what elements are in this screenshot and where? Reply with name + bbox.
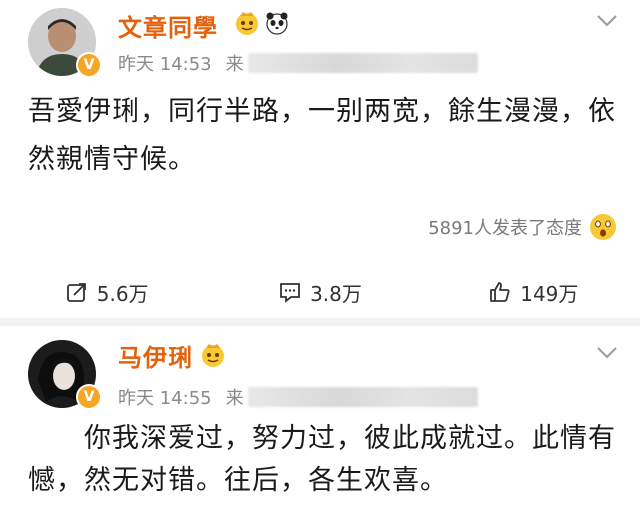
weibo-post: V 文章同學 昨天 14:53 来 吾愛伊琍，同行半路，一别两宽，餘生漫漫，依然… <box>0 0 640 318</box>
user-badges <box>234 10 290 36</box>
post-content: 吾愛伊琍，同行半路，一别两宽，餘生漫漫，依然親情守候。 <box>28 96 616 175</box>
weibo-post: V 马伊琍 昨天 14:55 来 你我深爱过，努力过，彼此成就过。此情有憾，然无… <box>0 326 640 510</box>
blurred-source <box>247 387 478 407</box>
repost-icon <box>66 283 86 302</box>
source-label: 来 <box>225 388 244 409</box>
repost-count: 5.6万 <box>96 281 149 306</box>
panda-icon <box>266 12 288 35</box>
repost-button[interactable]: 5.6万 <box>0 270 213 314</box>
reactions-summary[interactable]: 5891人发表了态度 <box>428 212 618 242</box>
crown-emoji-icon <box>202 344 224 367</box>
username[interactable]: 文章同學 <box>118 8 218 43</box>
comment-count: 3.8万 <box>310 281 362 306</box>
post-divider <box>0 318 640 326</box>
chevron-down-icon[interactable] <box>596 346 618 360</box>
post-meta: 昨天 14:53 来 <box>118 50 478 76</box>
chevron-down-icon[interactable] <box>596 14 618 28</box>
username[interactable]: 马伊琍 <box>118 338 193 373</box>
crown-emoji-icon <box>236 12 258 35</box>
verified-badge: V <box>76 52 102 78</box>
post-time: 昨天 14:55 <box>118 388 212 409</box>
verified-badge: V <box>76 384 102 410</box>
post-content: 你我深爱过，努力过，彼此成就过。此情有憾，然无对错。往后，各生欢喜。 <box>28 423 616 496</box>
blurred-source <box>247 53 478 73</box>
surprised-emoji-icon <box>590 214 616 240</box>
source-label: 来 <box>225 54 244 75</box>
like-count: 149万 <box>520 281 579 306</box>
reactions-text: 5891人发表了态度 <box>428 218 582 239</box>
action-bar: 5.6万 3.8万 149万 <box>0 270 640 314</box>
user-badges <box>200 342 226 368</box>
comment-icon <box>280 283 300 303</box>
comment-button[interactable]: 3.8万 <box>213 270 426 314</box>
post-meta: 昨天 14:55 来 <box>118 384 478 410</box>
post-time: 昨天 14:53 <box>118 54 212 75</box>
thumbs-up-icon <box>490 282 510 302</box>
like-button[interactable]: 149万 <box>427 270 640 314</box>
